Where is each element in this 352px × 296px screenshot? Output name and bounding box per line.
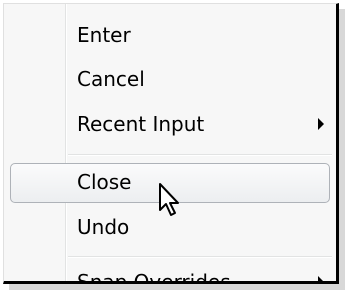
mouse-pointer-icon [159, 183, 179, 216]
menu-item-label: Cancel [77, 67, 145, 91]
menu-item-recent-input[interactable]: Recent Input [4, 103, 336, 147]
menu-item-label: Enter [77, 23, 131, 47]
menu-item-label: Undo [77, 215, 130, 239]
menu-item-snap-overrides[interactable]: Snap Overrides [4, 261, 336, 284]
menu-item-cancel[interactable]: Cancel [4, 58, 336, 102]
menu-item-label: Snap Overrides [77, 270, 231, 284]
menu-separator [68, 154, 332, 156]
menu-separator [68, 256, 332, 258]
context-menu: Enter Cancel Recent Input Close Undo Sna… [3, 3, 339, 284]
submenu-arrow-icon [318, 276, 324, 281]
menu-item-enter[interactable]: Enter [4, 14, 336, 58]
screenshot-frame: Enter Cancel Recent Input Close Undo Sna… [0, 0, 352, 296]
submenu-arrow-icon [318, 118, 324, 130]
menu-item-label: Close [77, 170, 132, 194]
menu-item-label: Recent Input [77, 112, 205, 136]
